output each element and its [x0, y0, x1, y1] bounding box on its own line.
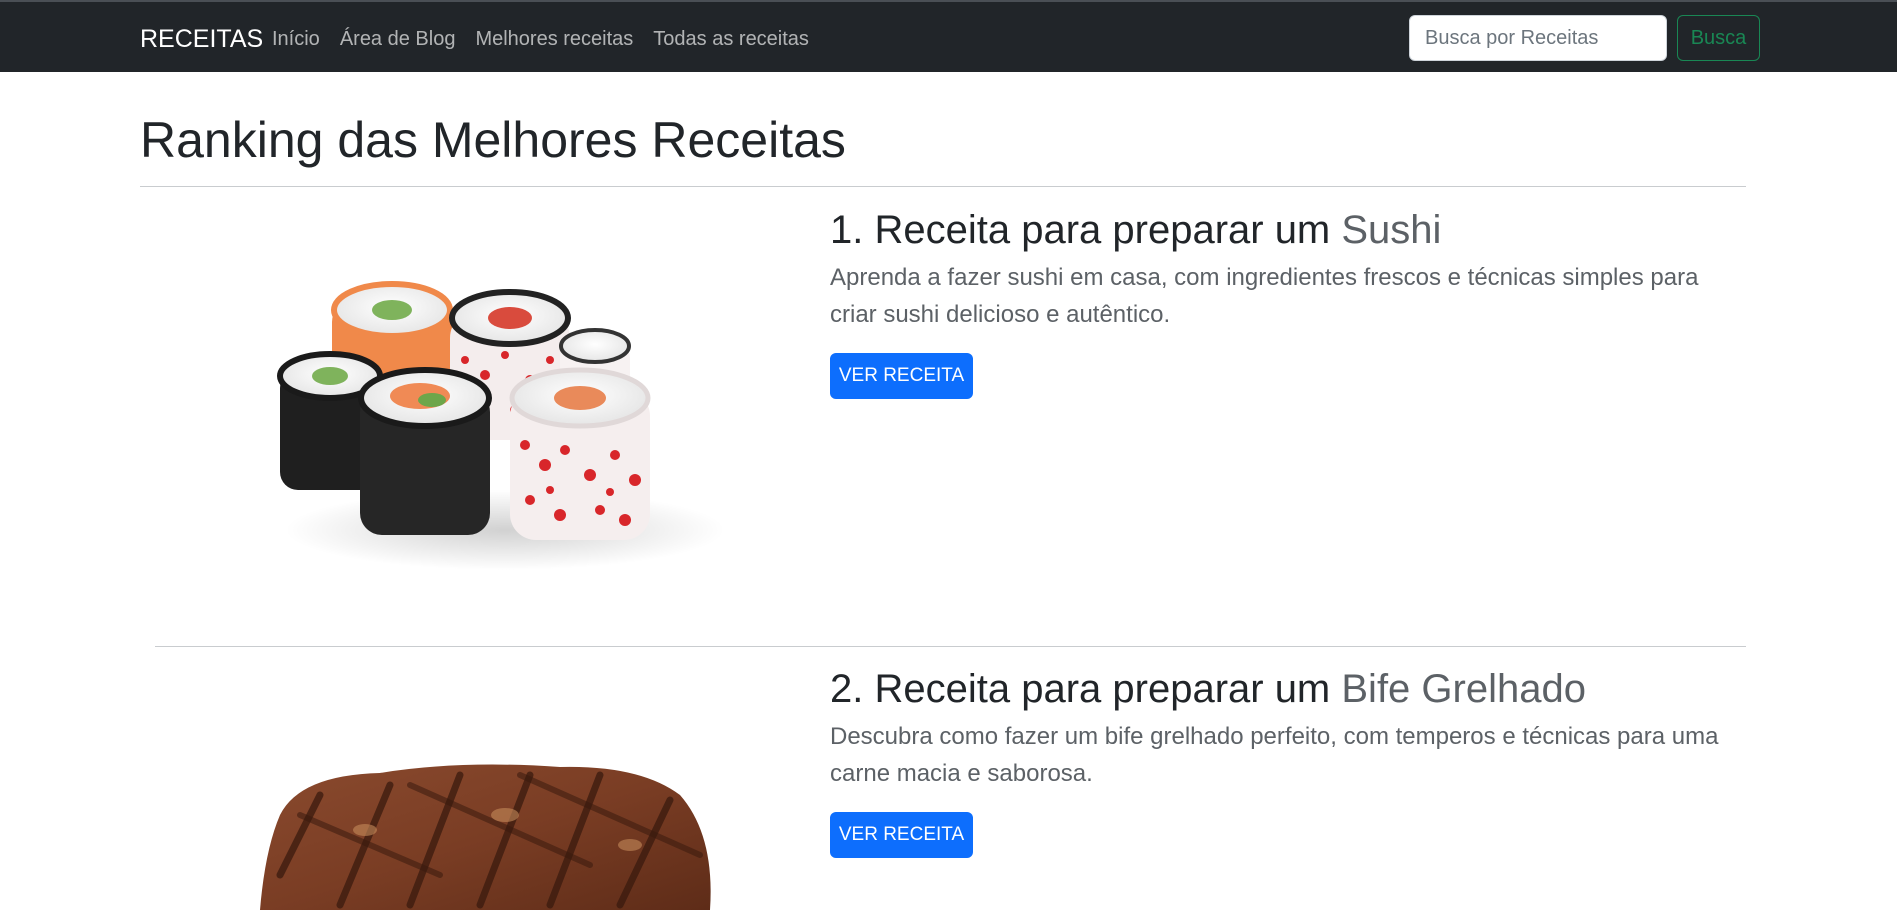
- nav-link-melhores-receitas[interactable]: Melhores receitas: [475, 24, 633, 54]
- ver-receita-button-1[interactable]: VER RECEITA: [830, 353, 973, 399]
- recipe-name: Sushi: [1341, 208, 1442, 252]
- nav-link-todas-receitas[interactable]: Todas as receitas: [653, 24, 809, 54]
- search-button[interactable]: Busca: [1677, 15, 1760, 61]
- recipe-title-2: 2. Receita para preparar um Bife Grelhad…: [830, 663, 1586, 715]
- nav-link-blog[interactable]: Área de Blog: [340, 24, 456, 54]
- brand-logo-link[interactable]: RECEITAS: [140, 22, 263, 56]
- recipe-description-1: Aprenda a fazer sushi em casa, com ingre…: [830, 264, 1699, 328]
- recipe-name: Bife Grelhado: [1341, 667, 1586, 711]
- divider: [155, 646, 1746, 647]
- navbar: RECEITAS Início Área de Blog Melhores re…: [0, 2, 1897, 72]
- recipe-description-2: Descubra como fazer um bife grelhado per…: [830, 723, 1719, 787]
- sushi-photo: [260, 280, 730, 580]
- recipe-title-1: 1. Receita para preparar um Sushi: [830, 204, 1441, 256]
- recipe-title-prefix: 2. Receita para preparar um: [830, 667, 1342, 711]
- nav-links: Início Área de Blog Melhores receitas To…: [272, 24, 829, 54]
- ver-receita-button-2[interactable]: VER RECEITA: [830, 812, 973, 858]
- divider: [140, 186, 1746, 187]
- steak-photo: [260, 755, 730, 910]
- page-title: Ranking das Melhores Receitas: [140, 112, 846, 168]
- recipe-title-prefix: 1. Receita para preparar um: [830, 208, 1342, 252]
- nav-link-inicio[interactable]: Início: [272, 24, 320, 54]
- search-input[interactable]: [1409, 15, 1667, 61]
